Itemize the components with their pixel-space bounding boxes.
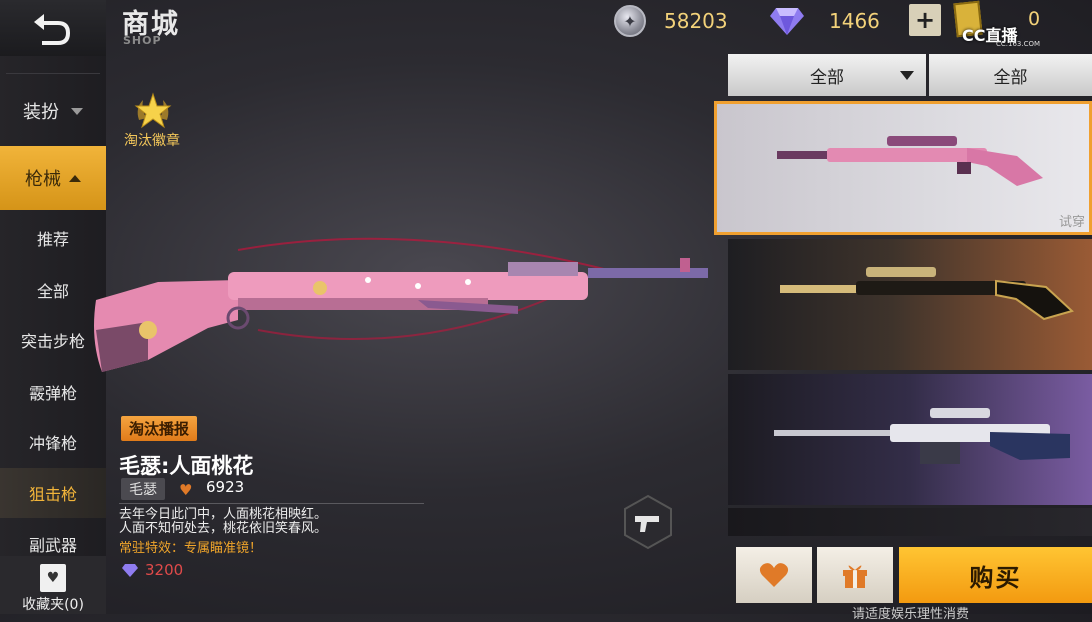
gift-button[interactable] <box>817 547 893 603</box>
gold-rifle-image <box>780 267 1074 321</box>
price-value: 3200 <box>145 561 184 579</box>
divider <box>119 503 424 504</box>
recharge-button[interactable]: + <box>909 4 941 36</box>
weapon-description-line2: 人面不知何处去，桃花依旧笑春风。 <box>119 521 328 536</box>
back-button[interactable] <box>0 0 106 56</box>
weapon-card-gold[interactable] <box>728 239 1092 370</box>
filter-dropdown-1[interactable]: 全部 <box>728 54 926 96</box>
back-arrow-icon <box>34 14 70 45</box>
pistol-preview-button[interactable] <box>623 494 673 550</box>
diamond-value: 1466 <box>829 9 880 33</box>
weapon-type-badge: 毛瑟 <box>121 478 165 500</box>
buy-button[interactable]: 购买 <box>899 547 1092 603</box>
badge-label: 淘汰徽章 <box>124 133 180 149</box>
weapon-description-line1: 去年今日此门中，人面桃花相映红。 <box>119 507 328 522</box>
weapon-card-silver[interactable] <box>728 374 1092 505</box>
elimination-broadcast-tag: 淘汰播报 <box>121 416 198 441</box>
ticket-value: 0 <box>1028 8 1041 30</box>
heart-icon: ♥ <box>179 481 193 499</box>
weapon-name: 毛瑟:人面桃花 <box>119 454 254 478</box>
coin-balance: ✦ 58203 <box>614 4 728 38</box>
sidebar-category-outfit[interactable]: 装扮 <box>0 84 106 138</box>
dropdown-arrow-icon <box>900 71 914 80</box>
pink-rifle-image <box>777 136 1043 186</box>
main-weapon-image <box>94 237 708 372</box>
elimination-badge-icon[interactable] <box>133 92 173 132</box>
like-count: 6923 <box>206 478 245 496</box>
chevron-up-icon <box>69 174 81 182</box>
sidebar-item-smg[interactable]: 冲锋枪 <box>0 420 106 464</box>
watermark-sub: CC.163.COM <box>996 40 1041 48</box>
favorites-button[interactable]: ♥ 收藏夹(0) <box>0 556 106 614</box>
chevron-down-icon <box>71 107 83 115</box>
silver-rifle-image <box>774 408 1070 464</box>
coin-value: 58203 <box>664 9 728 33</box>
bookmark-heart-icon: ♥ <box>40 564 66 592</box>
diamond-icon <box>770 8 804 35</box>
diamond-price-icon <box>122 564 138 577</box>
sidebar-category-guns[interactable]: 枪械 <box>0 146 106 210</box>
sidebar-item-sniper[interactable]: 狙击枪 <box>0 468 106 518</box>
moderation-hint: 请适度娱乐理性消费 <box>852 607 970 622</box>
filter-dropdown-2[interactable]: 全部 <box>929 54 1092 96</box>
heart-icon <box>759 563 789 587</box>
favorite-button[interactable] <box>736 547 812 603</box>
special-effect-text: 常驻特效：专属瞄准镜！ <box>119 541 263 556</box>
page-subtitle: SHOP <box>123 34 162 47</box>
try-on-label: 试穿 <box>1058 215 1085 230</box>
weapon-card-partial[interactable] <box>728 508 1092 536</box>
gift-icon <box>843 565 867 588</box>
coin-icon: ✦ <box>614 5 646 37</box>
weapon-card-selected[interactable]: 试穿 <box>714 101 1092 235</box>
diamond-balance: 1466 <box>770 4 880 38</box>
